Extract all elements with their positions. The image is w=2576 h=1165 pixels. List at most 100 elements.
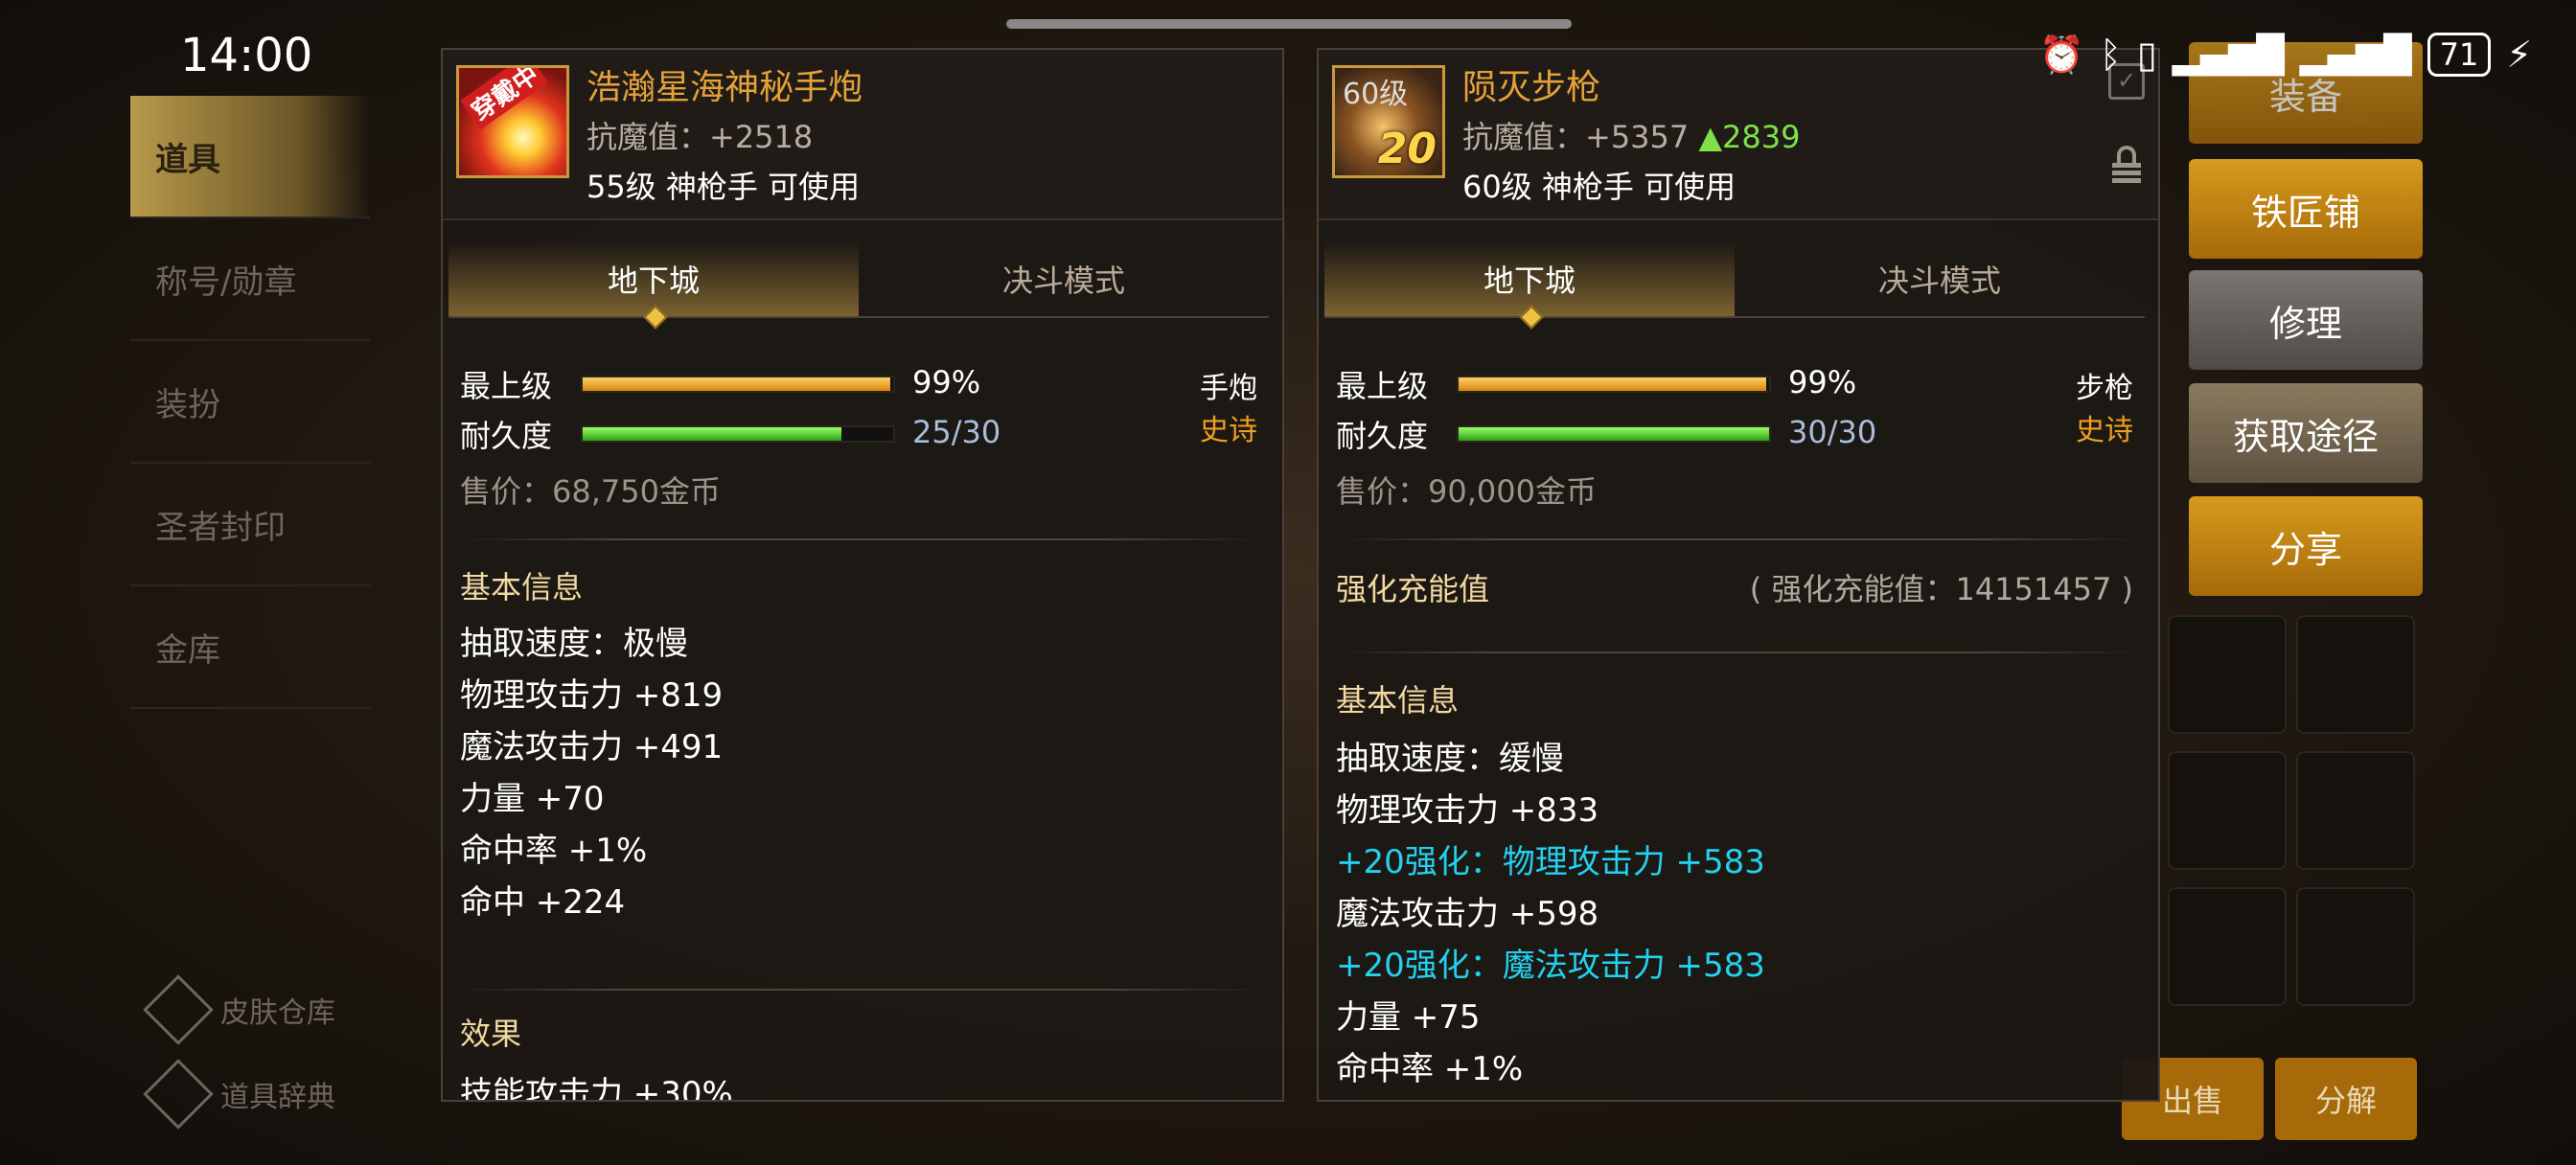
tab-duel[interactable]: 决斗模式 bbox=[1735, 241, 2145, 316]
skin-storage-icon bbox=[143, 974, 214, 1045]
bluetooth-icon: ᛒ bbox=[2100, 34, 2122, 76]
drag-handle[interactable] bbox=[1006, 19, 1572, 29]
repair-button-label: 修理 bbox=[2268, 302, 2342, 345]
effect-title: 效果 bbox=[460, 1016, 522, 1052]
item-dictionary-icon bbox=[143, 1059, 214, 1130]
charge-label: 强化充能值 bbox=[1336, 571, 1490, 607]
anti-magic-value: 抗魔值：+5357 bbox=[1462, 119, 1690, 155]
item-rarity: 史诗 bbox=[2076, 414, 2133, 447]
divider bbox=[1336, 651, 2141, 653]
obtain-source-button[interactable]: 获取途径 bbox=[2189, 383, 2423, 483]
blacksmith-button[interactable]: 铁匠铺 bbox=[2189, 159, 2423, 259]
divider bbox=[460, 989, 1265, 991]
item-requirement: 55级 神枪手 可使用 bbox=[586, 169, 861, 205]
tooltip-header: 穿戴中 浩瀚星海神秘手炮 抗魔值：+2518 55级 神枪手 可使用 bbox=[443, 50, 1282, 220]
left-menu: 道具 称号/勋章 装扮 圣者封印 金库 bbox=[130, 96, 370, 709]
durability-value: 25/30 bbox=[912, 414, 1001, 450]
grade-bar bbox=[1457, 376, 1771, 393]
left-menu-item-props[interactable]: 道具 bbox=[130, 96, 370, 218]
item-dictionary-label: 道具辞典 bbox=[220, 1081, 335, 1114]
item-rarity: 史诗 bbox=[1200, 414, 1257, 447]
sell-button-label: 出售 bbox=[2161, 1083, 2223, 1119]
inventory-slot[interactable] bbox=[2296, 615, 2415, 734]
attribute-line: 命中率 +1% bbox=[460, 832, 648, 870]
tab-label: 决斗模式 bbox=[1877, 263, 2001, 299]
tab-label: 地下城 bbox=[1483, 263, 1576, 299]
hand-cannon-icon: 穿戴中 bbox=[456, 65, 569, 178]
vibrate-icon: ▯ bbox=[2136, 34, 2157, 76]
status-icons: ⏰ ᛒ ▯ ▂▄▆█ ▂▄▆█ 71 ⚡ bbox=[2039, 33, 2532, 77]
attribute-line: 魔法攻击力 +598 bbox=[1336, 895, 1599, 933]
attribute-line: 抽取速度：缓慢 bbox=[1336, 740, 1564, 778]
anti-magic-stat: 抗魔值：+2518 bbox=[586, 113, 813, 157]
attribute-line: 抽取速度：极慢 bbox=[460, 625, 688, 663]
grade-label: 最上级 bbox=[1336, 368, 1429, 404]
anti-magic-increase: ▲2839 bbox=[1698, 119, 1801, 155]
item-type: 步枪 bbox=[2076, 372, 2133, 405]
tab-dungeon[interactable]: 地下城 bbox=[1324, 241, 1735, 316]
left-menu-item-label: 道具 bbox=[155, 140, 220, 179]
share-button-label: 分享 bbox=[2268, 528, 2342, 571]
inventory-slot[interactable] bbox=[2168, 751, 2287, 870]
tooltip-header: 60级 20 陨灭步枪 抗魔值：+5357 ▲2839 60级 神枪手 可使用 … bbox=[1319, 50, 2158, 220]
divider bbox=[1336, 538, 2141, 540]
skin-storage-label: 皮肤仓库 bbox=[220, 996, 335, 1030]
inventory-slot[interactable] bbox=[2296, 887, 2415, 1006]
sell-price: 售价：68,750金币 bbox=[460, 473, 721, 510]
enhance-attribute-line: +20强化：物理攻击力 +583 bbox=[1336, 843, 1765, 881]
grade-bar-fill bbox=[1459, 377, 1766, 391]
attribute-line: 命中 +224 bbox=[460, 883, 626, 922]
grade-percent: 99% bbox=[912, 364, 981, 400]
repair-button[interactable]: 修理 bbox=[2189, 270, 2423, 370]
icon-level: 60级 bbox=[1343, 78, 1409, 111]
left-menu-item-label: 称号/勋章 bbox=[155, 263, 297, 302]
effect-line: 技能攻击力 +30% bbox=[460, 1075, 733, 1102]
basic-info-title: 基本信息 bbox=[460, 569, 584, 605]
equipped-badge: 穿戴中 bbox=[460, 68, 548, 130]
grade-bar bbox=[581, 376, 895, 393]
left-menu-item-label: 圣者封印 bbox=[155, 508, 286, 547]
inventory-slot[interactable] bbox=[2168, 887, 2287, 1006]
obtain-source-button-label: 获取途径 bbox=[2232, 415, 2379, 458]
left-menu-item-vault[interactable]: 金库 bbox=[130, 586, 370, 709]
attribute-line: 物理攻击力 +833 bbox=[1336, 791, 1599, 830]
signal-icon: ▂▄▆█ bbox=[2172, 34, 2285, 76]
tab-dungeon[interactable]: 地下城 bbox=[448, 241, 859, 316]
disassemble-button[interactable]: 分解 bbox=[2275, 1058, 2417, 1140]
inventory-slot[interactable] bbox=[2296, 751, 2415, 870]
icon-enhance-number: 20 bbox=[1377, 125, 1437, 173]
durability-label: 耐久度 bbox=[460, 418, 553, 454]
battery-icon: 71 bbox=[2426, 33, 2492, 77]
left-menu-item-titles[interactable]: 称号/勋章 bbox=[130, 218, 370, 341]
lock-icon[interactable] bbox=[2112, 146, 2141, 184]
tab-label: 决斗模式 bbox=[1001, 263, 1125, 299]
durability-bar-fill bbox=[583, 427, 841, 441]
alarm-icon: ⏰ bbox=[2038, 33, 2085, 76]
attribute-line: 力量 +70 bbox=[460, 780, 605, 818]
mode-tabs: 地下城 决斗模式 bbox=[448, 241, 1269, 318]
inventory-slot[interactable] bbox=[2168, 615, 2287, 734]
left-menu-item-avatar[interactable]: 装扮 bbox=[130, 341, 370, 464]
left-menu-item-seal[interactable]: 圣者封印 bbox=[130, 464, 370, 586]
attribute-line: 物理攻击力 +819 bbox=[460, 676, 724, 715]
disassemble-button-label: 分解 bbox=[2314, 1083, 2377, 1119]
grade-label: 最上级 bbox=[460, 368, 553, 404]
item-type: 手炮 bbox=[1200, 372, 1257, 405]
basic-info-title: 基本信息 bbox=[1336, 682, 1460, 719]
item-name: 浩瀚星海神秘手炮 bbox=[586, 68, 863, 107]
sell-price: 售价：90,000金币 bbox=[1336, 473, 1597, 510]
charge-value: ( 强化充能值：14151457 ) bbox=[1749, 571, 2133, 607]
charging-icon: ⚡ bbox=[2506, 34, 2532, 76]
durability-label: 耐久度 bbox=[1336, 418, 1429, 454]
item-tooltip-left: 穿戴中 浩瀚星海神秘手炮 抗魔值：+2518 55级 神枪手 可使用 地下城 决… bbox=[441, 48, 1284, 1102]
tab-duel[interactable]: 决斗模式 bbox=[859, 241, 1269, 316]
item-dictionary-button[interactable]: 道具辞典 bbox=[143, 1059, 335, 1130]
attribute-line: 魔法攻击力 +491 bbox=[460, 728, 724, 766]
left-menu-item-label: 装扮 bbox=[155, 385, 220, 424]
share-button[interactable]: 分享 bbox=[2189, 496, 2423, 596]
skin-storage-button[interactable]: 皮肤仓库 bbox=[143, 974, 335, 1045]
anti-magic-value: 抗魔值：+2518 bbox=[586, 119, 814, 155]
left-menu-item-label: 金库 bbox=[155, 630, 220, 670]
divider bbox=[460, 538, 1265, 540]
anti-magic-stat: 抗魔值：+5357 ▲2839 bbox=[1462, 113, 1800, 157]
